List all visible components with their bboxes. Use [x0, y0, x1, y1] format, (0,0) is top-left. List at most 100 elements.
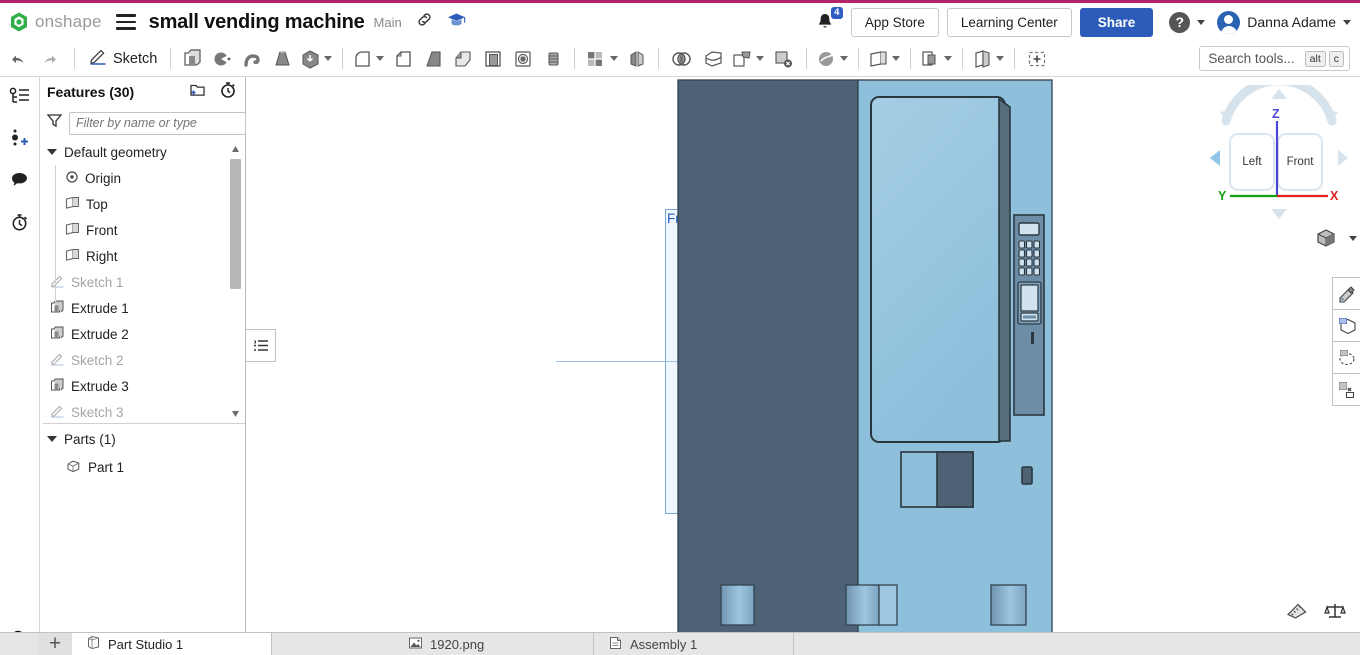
- parts-list-item[interactable]: Part 1: [40, 454, 245, 480]
- branch-label[interactable]: Main: [374, 15, 402, 30]
- viewport-tools: [1286, 602, 1346, 625]
- mass-properties-icon[interactable]: [1324, 602, 1346, 625]
- composite-part-icon[interactable]: [969, 42, 995, 76]
- search-tools-input[interactable]: Search tools... alt c: [1199, 46, 1350, 71]
- tree-item-sketch-2[interactable]: Sketch 2: [43, 347, 245, 373]
- transform-chevron-down-icon[interactable]: [756, 56, 764, 61]
- chevron-down-icon[interactable]: [47, 149, 57, 155]
- tree-item-extrude-1[interactable]: Extrude 1: [43, 295, 245, 321]
- filter-icon[interactable]: [46, 113, 63, 133]
- draft-icon[interactable]: [418, 42, 448, 76]
- user-chevron-down-icon[interactable]: [1343, 20, 1351, 25]
- fillet-chevron-down-icon[interactable]: [376, 56, 384, 61]
- scroll-down-arrow-icon[interactable]: [230, 406, 241, 420]
- sketch-button[interactable]: Sketch: [81, 47, 164, 70]
- plane-chevron-down-icon[interactable]: [892, 56, 900, 61]
- new-folder-icon[interactable]: [188, 82, 207, 103]
- sketch-plane-chevron-down-icon[interactable]: [944, 56, 952, 61]
- thread-icon[interactable]: [538, 42, 568, 76]
- shaded-cube-icon[interactable]: [1314, 227, 1338, 254]
- vending-machine-model[interactable]: [246, 77, 1360, 632]
- 3d-viewport[interactable]: Front: [246, 77, 1360, 632]
- view-mode-chevron-down-icon[interactable]: [1349, 236, 1357, 241]
- undo-icon[interactable]: [0, 42, 34, 76]
- composite-part-chevron-down-icon[interactable]: [996, 56, 1004, 61]
- chamfer-icon[interactable]: [388, 42, 418, 76]
- transform-icon[interactable]: [729, 42, 755, 76]
- appearance-panel-icon[interactable]: [1332, 277, 1360, 310]
- feature-tree[interactable]: Default geometry Origin Top Front: [43, 139, 245, 424]
- tree-item-top[interactable]: Top: [43, 191, 245, 217]
- share-button[interactable]: Share: [1080, 8, 1154, 37]
- tab-1920-png[interactable]: 1920.png: [394, 633, 594, 655]
- graduation-cap-icon[interactable]: [447, 11, 466, 33]
- hole-icon[interactable]: [508, 42, 538, 76]
- tree-item-sketch-3[interactable]: Sketch 3: [43, 399, 245, 424]
- app-store-button[interactable]: App Store: [851, 8, 939, 37]
- panel-list-icon[interactable]: [246, 329, 276, 362]
- loft-icon[interactable]: [267, 42, 297, 76]
- redo-icon[interactable]: [34, 42, 68, 76]
- tree-item-origin[interactable]: Origin: [43, 165, 245, 191]
- measure-icon[interactable]: [1286, 602, 1308, 625]
- tree-item-extrude-3[interactable]: Extrude 3: [43, 373, 245, 399]
- display-state-panel-icon[interactable]: [1332, 309, 1360, 342]
- onshape-logo-icon[interactable]: [8, 11, 30, 33]
- extrude-icon[interactable]: [177, 42, 207, 76]
- add-tab-button[interactable]: +: [38, 633, 72, 655]
- scroll-up-arrow-icon[interactable]: [230, 143, 241, 157]
- thicken-chevron-down-icon[interactable]: [324, 56, 332, 61]
- link-icon[interactable]: [416, 11, 433, 33]
- split-icon[interactable]: [697, 42, 729, 76]
- sweep-icon[interactable]: [237, 42, 267, 76]
- notifications-button[interactable]: 4: [815, 11, 837, 33]
- help-icon[interactable]: ?: [1169, 12, 1190, 33]
- mirror-icon[interactable]: [622, 42, 652, 76]
- tab-part-studio-1[interactable]: Part Studio 1: [72, 633, 272, 655]
- move-face-icon[interactable]: [813, 42, 839, 76]
- feature-list-icon[interactable]: [9, 86, 31, 111]
- tree-item-extrude-2[interactable]: Extrude 2: [43, 321, 245, 347]
- features-title: Features (30): [47, 84, 134, 100]
- sketch-plane-icon[interactable]: [917, 42, 943, 76]
- comments-icon[interactable]: [9, 170, 31, 195]
- render-panel-icon[interactable]: [1332, 341, 1360, 374]
- fillet-icon[interactable]: [349, 42, 375, 76]
- shell-icon[interactable]: [478, 42, 508, 76]
- user-name-label[interactable]: Danna Adame: [1247, 14, 1336, 30]
- tree-item-sketch-1[interactable]: Sketch 1: [43, 269, 245, 295]
- toolbar-divider-9: [962, 48, 963, 69]
- hamburger-icon[interactable]: [116, 14, 136, 30]
- boolean-icon[interactable]: [665, 42, 697, 76]
- rollback-timer-icon[interactable]: [219, 81, 237, 104]
- chevron-down-icon[interactable]: [47, 436, 57, 442]
- rib-icon[interactable]: [448, 42, 478, 76]
- tree-item-right[interactable]: Right: [43, 243, 245, 269]
- tree-item-front[interactable]: Front: [43, 217, 245, 243]
- configuration-panel-icon[interactable]: [1332, 373, 1360, 406]
- view-cube[interactable]: Left Front Z X Y: [1204, 85, 1354, 245]
- feature-tree-scrollbar[interactable]: [232, 141, 243, 422]
- delete-face-icon[interactable]: [768, 42, 800, 76]
- help-chevron-down-icon[interactable]: [1197, 20, 1205, 25]
- tree-item-label: Right: [86, 249, 118, 264]
- move-face-chevron-down-icon[interactable]: [840, 56, 848, 61]
- pattern-icon[interactable]: [581, 42, 609, 76]
- learning-center-button[interactable]: Learning Center: [947, 8, 1072, 37]
- thicken-icon[interactable]: [297, 42, 323, 76]
- add-version-icon[interactable]: [9, 128, 31, 153]
- left-icon-rail: [0, 77, 40, 632]
- pattern-chevron-down-icon[interactable]: [610, 56, 618, 61]
- parts-group-header[interactable]: Parts (1): [40, 424, 245, 454]
- extrude-icon: [50, 300, 65, 317]
- insert-part-icon[interactable]: [1021, 42, 1053, 76]
- scrollbar-thumb[interactable]: [230, 159, 241, 289]
- tab-assembly-1[interactable]: Assembly 1: [594, 633, 794, 655]
- avatar[interactable]: [1217, 11, 1240, 34]
- history-icon[interactable]: [9, 212, 31, 237]
- tree-item-label: Origin: [85, 171, 121, 186]
- revolve-icon[interactable]: [207, 42, 237, 76]
- filter-input[interactable]: [69, 112, 246, 135]
- tree-group-default-geometry[interactable]: Default geometry: [43, 139, 245, 165]
- plane-icon[interactable]: [865, 42, 891, 76]
